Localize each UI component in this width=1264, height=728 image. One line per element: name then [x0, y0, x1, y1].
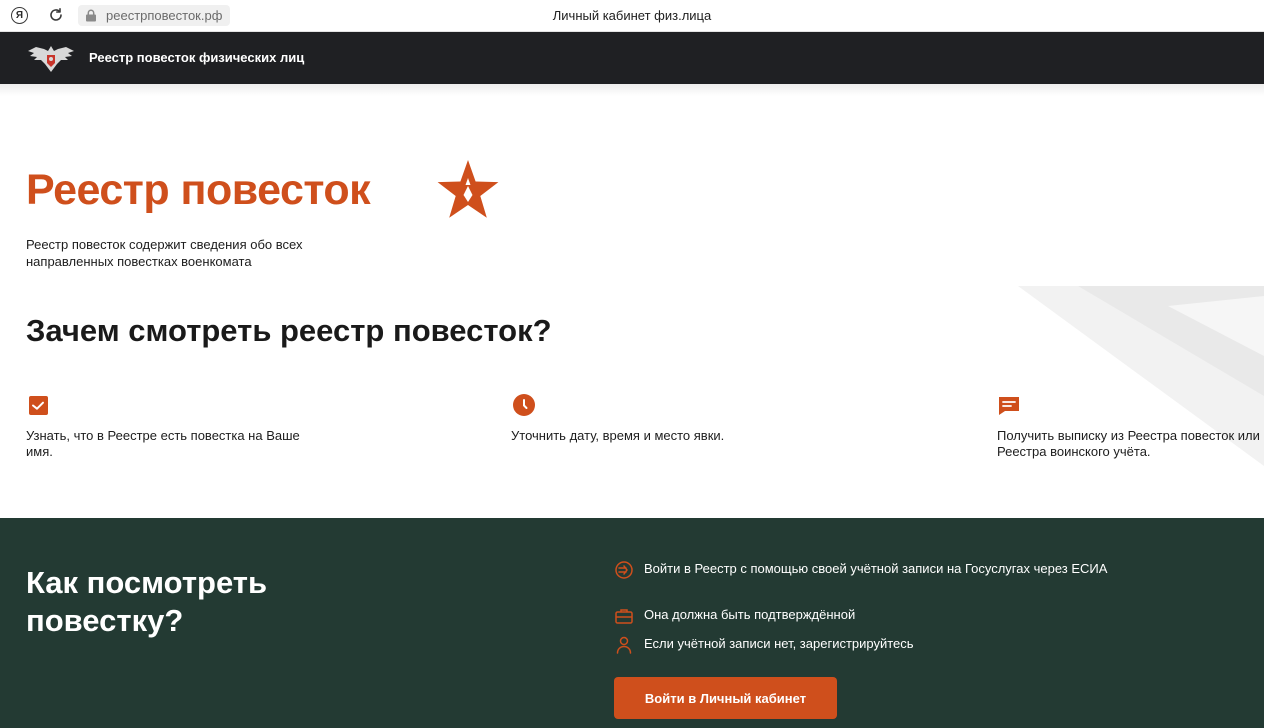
step-text: Если учётной записи нет, зарегистрируйте…	[644, 636, 914, 651]
step-text: Войти в Реестр с помощью своей учётной з…	[644, 561, 1108, 576]
clock-icon	[513, 394, 535, 416]
step-item: Она должна быть подтверждённой	[614, 606, 1134, 626]
briefcase-icon	[615, 609, 633, 624]
header-shadow	[0, 84, 1264, 96]
feature-text: Узнать, что в Реестре есть повестка на В…	[26, 428, 300, 459]
hero-title: Реестр повесток	[26, 166, 371, 214]
step-item: Войти в Реестр с помощью своей учётной з…	[614, 560, 1134, 594]
tab-title: Личный кабинет физ.лица	[552, 8, 712, 23]
login-icon	[615, 561, 633, 579]
feature-text: Получить выписку из Реестра повесток или…	[997, 428, 1260, 459]
how-section: Как посмотреть повестку? Войти в Реестр …	[0, 518, 1264, 728]
why-section-title: Зачем смотреть реестр повесток?	[26, 313, 552, 348]
double-headed-eagle-emblem[interactable]	[26, 42, 76, 75]
message-icon	[999, 397, 1019, 415]
site-header: Реестр повесток физических лиц	[0, 32, 1264, 84]
step-item: Если учётной записи нет, зарегистрируйте…	[614, 635, 1134, 655]
feature-text: Уточнить дату, время и место явки.	[511, 428, 725, 443]
army-star-icon	[437, 160, 499, 218]
browser-bar: Я реестрповесток.рф Личный кабинет физ.л…	[0, 0, 1264, 32]
mail-check-icon	[29, 396, 48, 415]
login-cabinet-button[interactable]: Войти в Личный кабинет	[614, 677, 837, 719]
step-text: Она должна быть подтверждённой	[644, 607, 856, 622]
how-section-title: Как посмотреть повестку?	[26, 565, 268, 638]
hero-description: Реестр повесток содержит сведения обо вс…	[26, 237, 303, 269]
brand-title[interactable]: Реестр повесток физических лиц	[89, 50, 304, 65]
person-icon	[616, 636, 632, 654]
